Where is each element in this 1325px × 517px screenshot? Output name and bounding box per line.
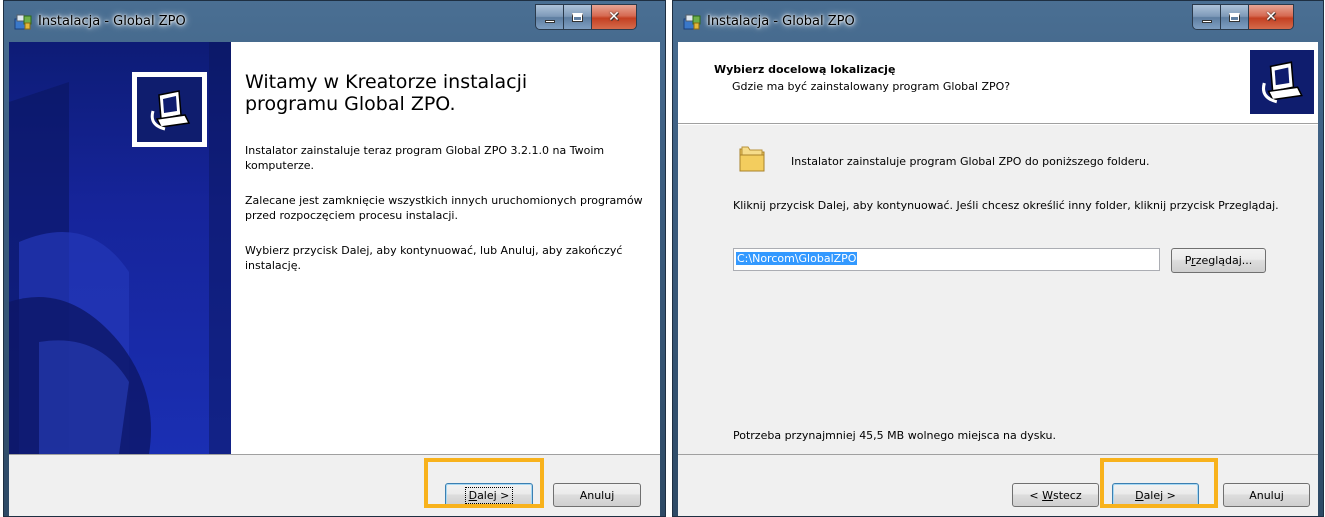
header-subtitle: Gdzie ma być zainstalowany program Globa… <box>732 80 1011 93</box>
wizard-banner-image <box>9 42 231 454</box>
cancel-label: Anuluj <box>1249 488 1284 502</box>
minimize-icon <box>1201 19 1212 23</box>
maximize-icon <box>1229 12 1240 22</box>
close-button[interactable]: ✕ <box>592 5 636 29</box>
folder-icon <box>739 146 765 172</box>
installer-icon <box>14 14 32 30</box>
next-label-rest: alej > <box>1143 488 1176 502</box>
browse-instruction-text: Kliknij przycisk Dalej, aby kontynuować.… <box>733 199 1279 212</box>
folder-description: Instalator zainstaluje program Global ZP… <box>791 155 1150 168</box>
close-button[interactable]: ✕ <box>1249 5 1293 29</box>
next-label-rest: alej > <box>477 488 510 502</box>
next-button-label: Dalej > <box>1135 489 1176 502</box>
wizard-body: Instalator zainstaluje program Global ZP… <box>678 125 1318 454</box>
install-info-text: Instalator zainstaluje teraz program Glo… <box>245 144 605 172</box>
next-mnemonic: D <box>468 488 478 502</box>
wizard-footer: < Wstecz Dalej > Anuluj <box>678 454 1318 516</box>
continue-instruction-text: Wybierz przycisk Dalej, aby kontynuować,… <box>245 244 623 272</box>
close-icon: ✕ <box>1265 9 1277 25</box>
wizard-footer: Dalej > Anuluj <box>9 454 660 516</box>
back-label-pre: < <box>1029 488 1043 502</box>
back-button[interactable]: < Wstecz <box>1012 483 1099 507</box>
back-mnemonic: W <box>1042 488 1053 502</box>
browse-label: Przeglądaj... <box>1185 254 1253 267</box>
minimize-button[interactable] <box>1193 5 1221 29</box>
close-icon: ✕ <box>608 9 620 25</box>
maximize-button[interactable] <box>1221 5 1249 29</box>
next-button[interactable]: Dalej > <box>1112 483 1199 507</box>
install-path-field[interactable]: C:\Norcom\GlobalZPO <box>733 248 1160 271</box>
title-bar[interactable]: Instalacja - Global ZPO ✕ <box>673 1 1323 42</box>
cancel-label: Anuluj <box>579 488 615 502</box>
cancel-button[interactable]: Anuluj <box>553 483 641 507</box>
browse-button[interactable]: Przeglądaj... <box>1171 248 1266 273</box>
destination-wizard-window: Instalacja - Global ZPO ✕ Wybierz docelo… <box>672 0 1324 517</box>
maximize-button[interactable] <box>564 5 592 29</box>
next-mnemonic: D <box>1135 488 1144 502</box>
installer-icon <box>683 14 701 30</box>
window-controls: ✕ <box>1192 4 1294 30</box>
maximize-icon <box>572 12 583 22</box>
wizard-header: Wybierz docelową lokalizację Gdzie ma by… <box>678 42 1318 124</box>
back-label-rest: stecz <box>1052 488 1082 502</box>
minimize-icon <box>544 19 555 23</box>
browse-label-rest: zeglądaj... <box>1195 254 1253 267</box>
computer-install-icon <box>1250 50 1314 114</box>
window-controls: ✕ <box>535 4 637 30</box>
wizard-client-area: Wybierz docelową lokalizację Gdzie ma by… <box>678 42 1318 516</box>
cancel-button[interactable]: Anuluj <box>1223 483 1310 507</box>
next-button[interactable]: Dalej > <box>445 483 533 507</box>
header-title: Wybierz docelową lokalizację <box>714 63 896 76</box>
welcome-content: Witamy w Kreatorze instalacji programu G… <box>245 42 660 454</box>
computer-install-icon <box>132 72 207 147</box>
install-path-value: C:\Norcom\GlobalZPO <box>736 252 858 265</box>
minimize-button[interactable] <box>536 5 564 29</box>
title-bar[interactable]: Instalacja - Global ZPO ✕ <box>4 1 665 42</box>
wizard-client-area: Witamy w Kreatorze instalacji programu G… <box>9 42 660 516</box>
welcome-heading: Witamy w Kreatorze instalacji programu G… <box>245 71 528 115</box>
window-title: Instalacja - Global ZPO <box>707 14 855 29</box>
back-label: < Wstecz <box>1029 489 1081 502</box>
welcome-wizard-window: Instalacja - Global ZPO ✕ Witamy w Kreat… <box>3 0 666 517</box>
disk-space-text: Potrzeba przynajmniej 45,5 MB wolnego mi… <box>733 429 1056 442</box>
next-button-label: Dalej > <box>464 486 514 504</box>
close-programs-text: Zalecane jest zamknięcie wszystkich inny… <box>245 194 643 222</box>
window-title: Instalacja - Global ZPO <box>38 14 186 29</box>
